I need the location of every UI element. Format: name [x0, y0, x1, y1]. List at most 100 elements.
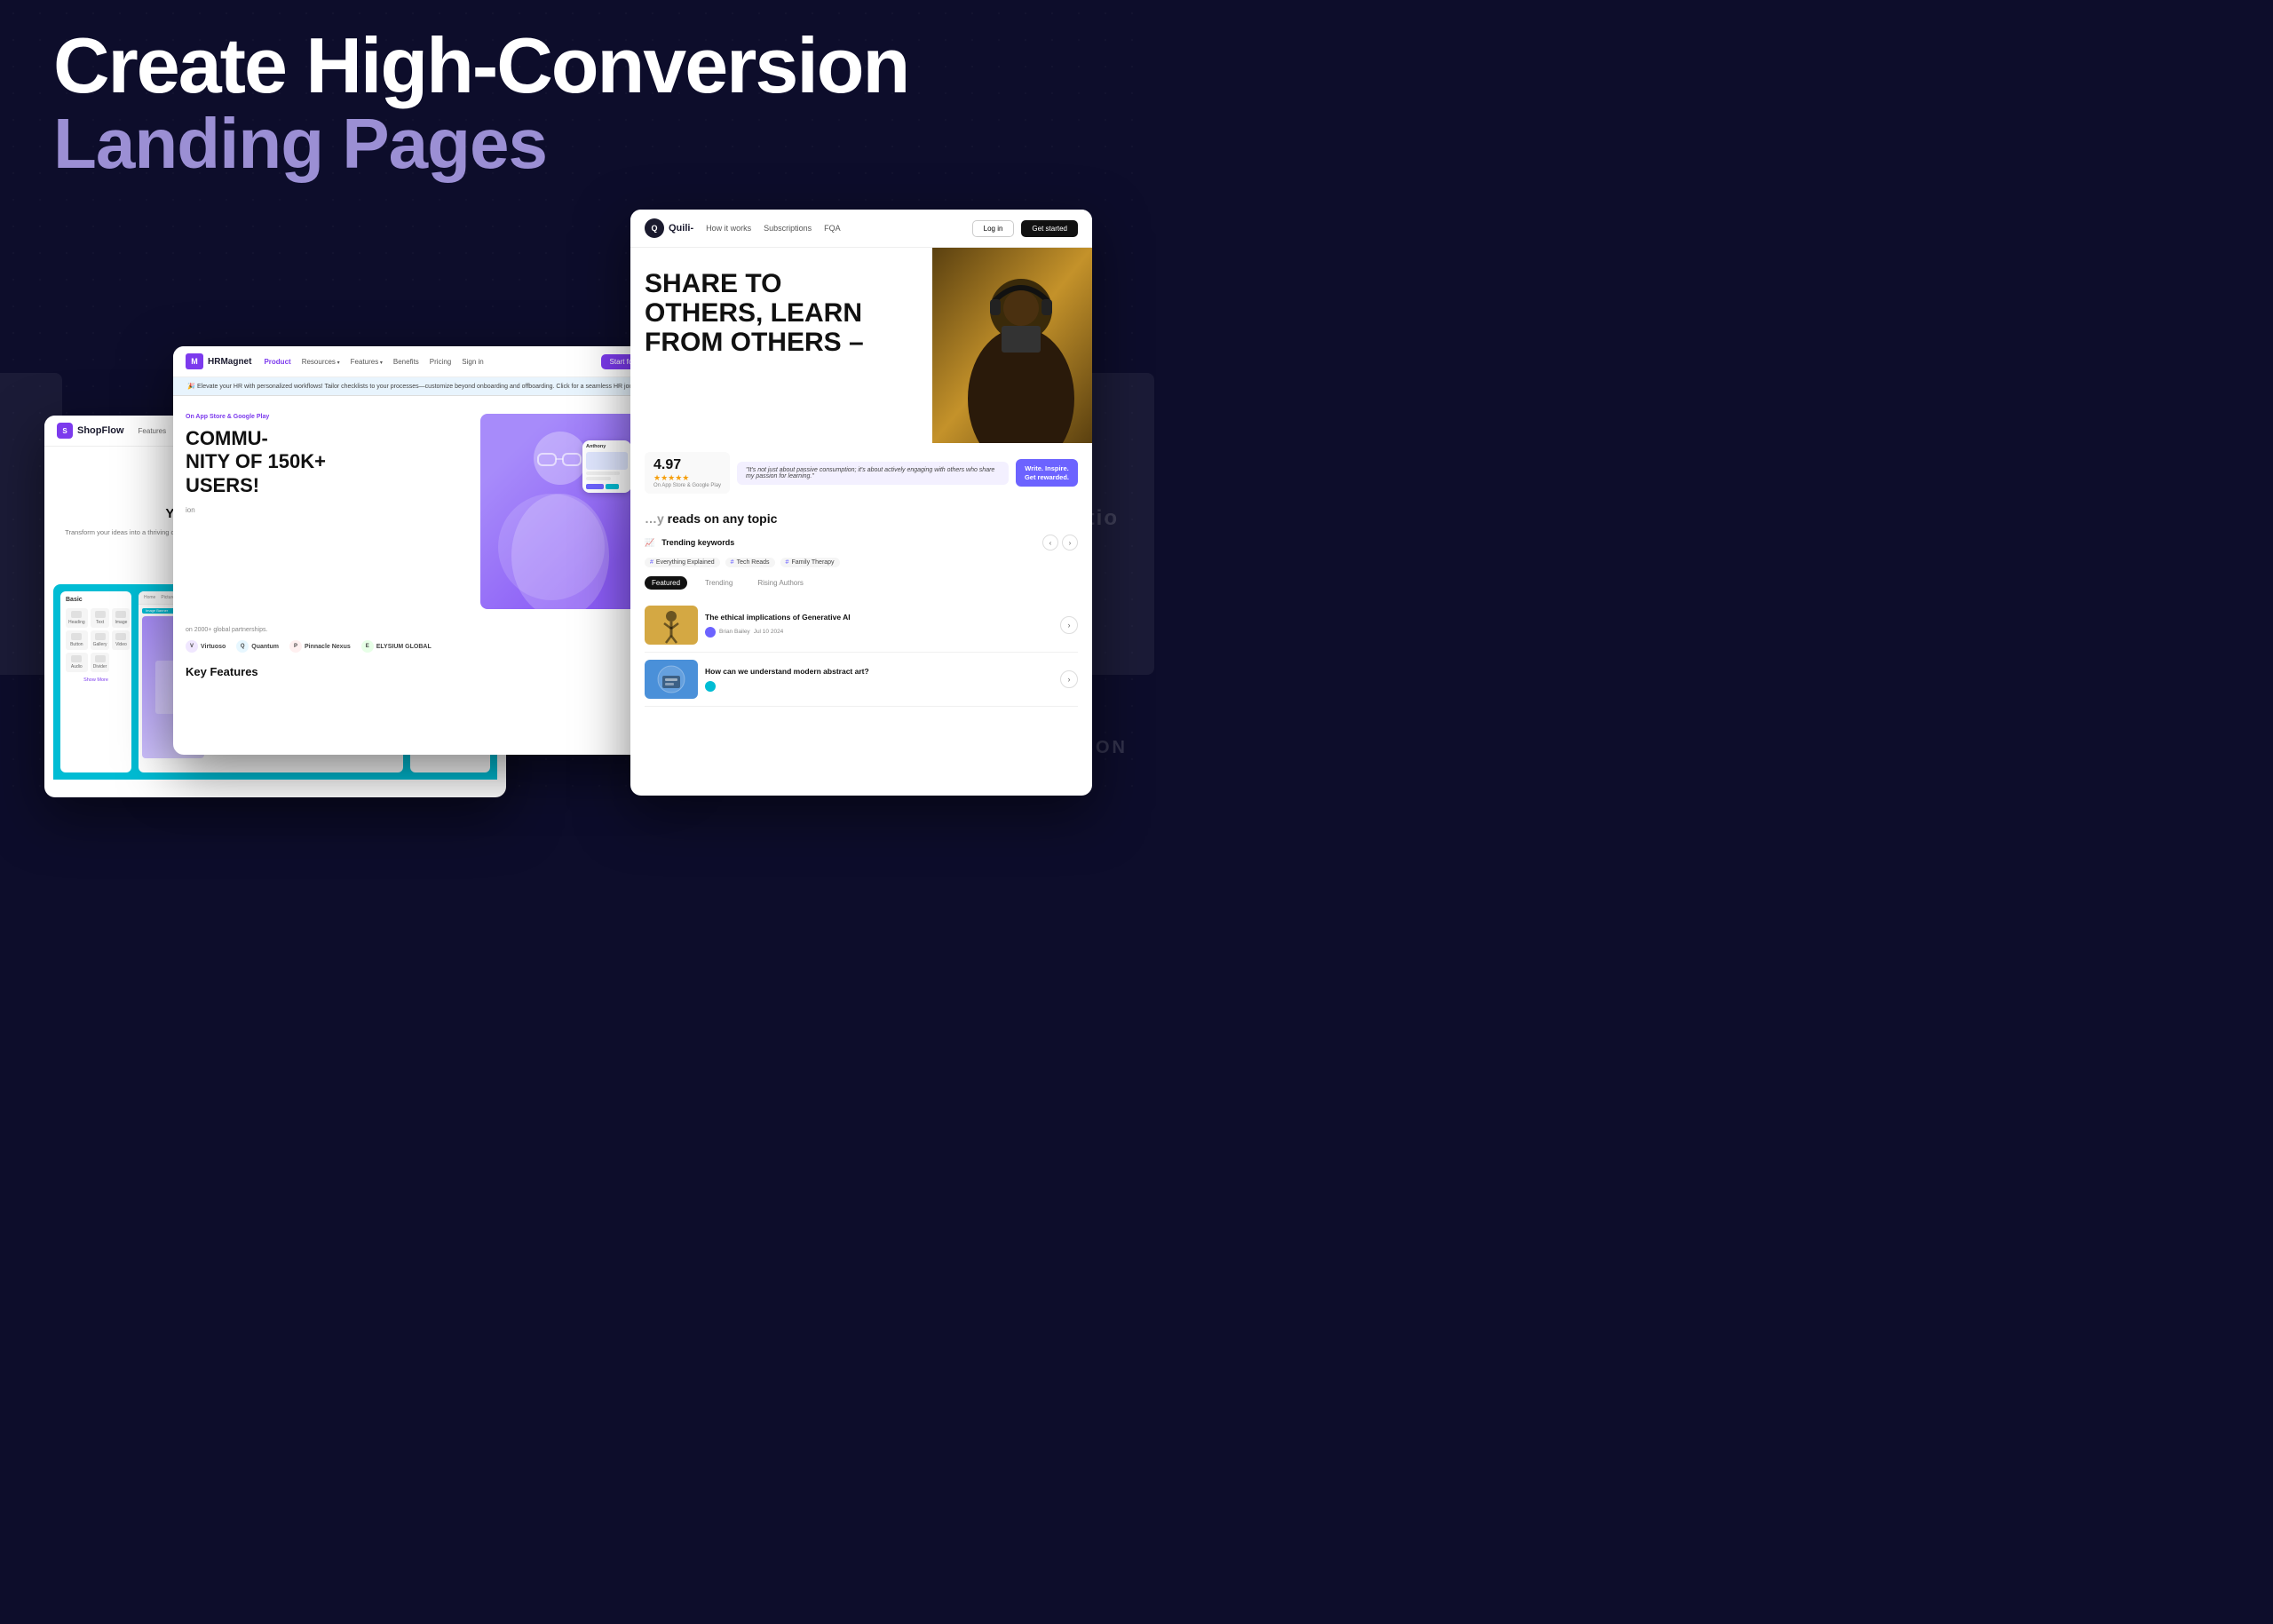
virtuoso-icon: V — [186, 640, 198, 653]
keyword-tech[interactable]: # Tech Reads — [725, 558, 775, 567]
quili-rating-badge: 4.97 ★★★★★ On App Store & Google Play — [645, 452, 730, 494]
quili-trending-title: Trending keywords — [661, 538, 1035, 547]
quili-nav-subscriptions[interactable]: Subscriptions — [764, 224, 812, 233]
hrmagnet-tagline: On App Store & Google Play — [186, 414, 471, 420]
builder-sidebar-title: Basic — [66, 597, 126, 603]
hrmagnet-logo: M HRMagnet — [186, 353, 251, 369]
shopflow-nav-features[interactable]: Features — [139, 427, 167, 435]
quili-article-2: How can we understand modern abstract ar… — [645, 653, 1078, 707]
quili-store-label: On App Store & Google Play — [653, 483, 721, 488]
hrmagnet-nav-links: Product Resources Features Benefits Pric… — [264, 358, 588, 366]
quili-article-1: The ethical implications of Generative A… — [645, 598, 1078, 653]
quili-reads-section: …y reads on any topic 📈 Trending keyword… — [630, 503, 1092, 716]
keyword-label-3: Family Therapy — [791, 559, 834, 566]
trending-next-button[interactable]: › — [1062, 535, 1078, 551]
heading-icon — [71, 611, 82, 618]
hrmagnet-hero-left: On App Store & Google Play COMMU-NITY OF… — [186, 414, 471, 609]
builder-item-video[interactable]: Video — [112, 630, 130, 650]
quili-logo-icon: Q — [645, 218, 664, 238]
hero-title: Create High-Conversion — [53, 27, 908, 105]
trending-icon: 📈 — [645, 538, 654, 548]
hrmagnet-nav-pricing[interactable]: Pricing — [430, 358, 451, 366]
keyword-hash-3: # — [786, 559, 789, 566]
keyword-everything[interactable]: # Everything Explained — [645, 558, 720, 567]
quili-start-button[interactable]: Get started — [1021, 220, 1078, 237]
hrmagnet-user-card: Anthony — [582, 440, 631, 493]
trending-prev-button[interactable]: ‹ — [1042, 535, 1058, 551]
quili-hero: SHARE TOOTHERS, LEARNFROM OTHERS – — [630, 248, 1092, 443]
hrmagnet-nav-benefits[interactable]: Benefits — [393, 358, 419, 366]
image-icon — [115, 611, 126, 618]
gallery-icon — [95, 633, 106, 640]
author-1-name: Brian Bailey — [719, 629, 750, 635]
article-1-arrow[interactable]: › — [1060, 616, 1078, 634]
quili-write-inspire: Write. Inspire. — [1025, 464, 1069, 473]
builder-sidebar: Basic Heading Text Image Button — [60, 591, 131, 772]
hrmagnet-features-title: Key Features — [186, 665, 658, 678]
quili-nav-how[interactable]: How it works — [706, 224, 751, 233]
quili-hero-title: SHARE TOOTHERS, LEARNFROM OTHERS – — [645, 269, 918, 357]
article-2-svg — [645, 660, 698, 699]
hrmagnet-nav-product[interactable]: Product — [264, 358, 290, 366]
elysium-icon: E — [361, 640, 374, 653]
video-icon — [115, 633, 126, 640]
shopflow-logo: S ShopFlow — [57, 423, 124, 439]
quili-rating-number: 4.97 — [653, 457, 721, 473]
builder-item-heading[interactable]: Heading — [66, 608, 88, 628]
hrmagnet-nav-features[interactable]: Features — [351, 358, 383, 366]
hrmagnet-logo-icon: M — [186, 353, 203, 369]
quili-testimonial: "It's not just about passive consumption… — [737, 462, 1009, 485]
hrmagnet-partners: on 2000+ global partnerships. V Virtuoso… — [173, 618, 670, 653]
hrmagnet-nav-signin[interactable]: Sign in — [462, 358, 483, 366]
keyword-family[interactable]: # Family Therapy — [780, 558, 840, 567]
show-more-link[interactable]: Show More — [66, 677, 126, 683]
quili-keywords: # Everything Explained # Tech Reads # Fa… — [645, 558, 1078, 567]
article-1-date: Jul 10 2024 — [754, 629, 784, 635]
keyword-hash-1: # — [650, 559, 653, 566]
keyword-label-1: Everything Explained — [656, 559, 715, 566]
quili-card: Q Quili- How it works Subscriptions FQA … — [630, 210, 1092, 796]
hrmagnet-features: Key Features — [173, 653, 670, 700]
hero-subtitle: Landing Pages — [53, 105, 908, 183]
keyword-label-2: Tech Reads — [737, 559, 770, 566]
hrmagnet-person-image: Anthony — [480, 414, 640, 609]
partner-quantum: Q Quantum — [236, 640, 279, 653]
article-1-svg — [645, 606, 698, 645]
text-icon — [95, 611, 106, 618]
builder-item-divider[interactable]: Divider — [91, 653, 110, 672]
builder-item-text[interactable]: Text — [91, 608, 110, 628]
article-1-title: The ethical implications of Generative A… — [705, 613, 1053, 622]
builder-item-gallery[interactable]: Gallery — [91, 630, 110, 650]
builder-item-button[interactable]: Button — [66, 630, 88, 650]
author-2-avatar — [705, 681, 716, 692]
hrmagnet-brand: HRMagnet — [208, 357, 251, 367]
builder-item-image[interactable]: Image — [112, 608, 130, 628]
pinnacle-icon: P — [289, 640, 302, 653]
quili-tab-trending[interactable]: Trending — [698, 576, 740, 590]
quili-trending: 📈 Trending keywords ‹ › — [645, 535, 1078, 551]
builder-grid: Heading Text Image Button Gallery — [66, 608, 126, 672]
hero-section: Create High-Conversion Landing Pages — [53, 27, 908, 183]
hrmagnet-nav-resources[interactable]: Resources — [302, 358, 340, 366]
article-2-title: How can we understand modern abstract ar… — [705, 667, 1053, 677]
quili-hero-text: SHARE TOOTHERS, LEARNFROM OTHERS – — [630, 248, 932, 443]
divider-icon — [95, 655, 106, 662]
quili-nav-links: How it works Subscriptions FQA — [706, 224, 960, 233]
quili-logo: Q Quili- — [645, 218, 693, 238]
quili-tab-rising[interactable]: Rising Authors — [750, 576, 811, 590]
builder-item-audio[interactable]: Audio — [66, 653, 88, 672]
quili-nav-fqa[interactable]: FQA — [824, 224, 841, 233]
quili-tabs: Featured Trending Rising Authors — [645, 576, 1078, 590]
builder-nav-home[interactable]: Home — [144, 595, 155, 600]
quili-tab-featured[interactable]: Featured — [645, 576, 687, 590]
article-2-author — [705, 681, 1053, 692]
hrmagnet-hero: On App Store & Google Play COMMU-NITY OF… — [173, 396, 670, 609]
hrmagnet-partners-list: V Virtuoso Q Quantum P Pinnacle Nexus E … — [186, 640, 658, 653]
quili-login-button[interactable]: Log in — [972, 220, 1015, 237]
quili-hero-image-inner — [932, 248, 1092, 443]
hrmagnet-partners-label: on 2000+ global partnerships. — [186, 627, 658, 633]
hrmagnet-card: M HRMagnet Product Resources Features Be… — [173, 346, 670, 755]
hrmagnet-nav: M HRMagnet Product Resources Features Be… — [173, 346, 670, 377]
quili-write-badge: Write. Inspire. Get rewarded. — [1016, 459, 1078, 487]
article-2-arrow[interactable]: › — [1060, 670, 1078, 688]
